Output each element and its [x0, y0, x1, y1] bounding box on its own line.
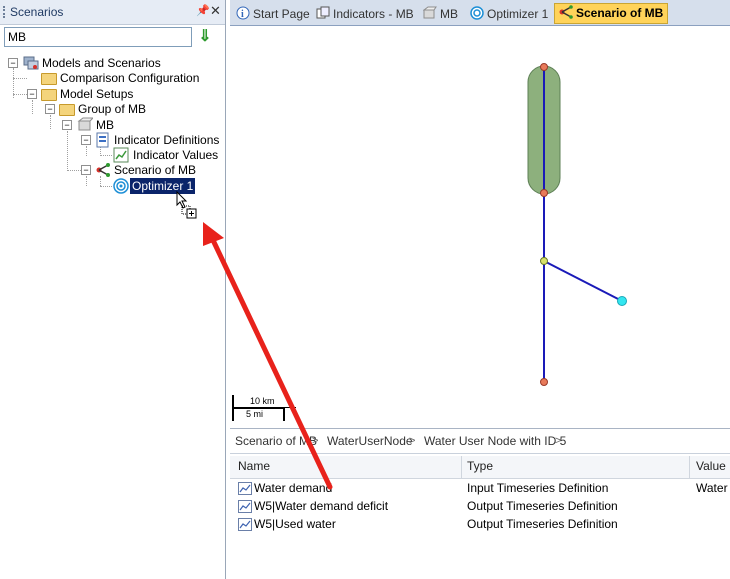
junction-node[interactable] [540, 257, 548, 265]
row-value[interactable]: Water [696, 479, 728, 497]
properties-grid: Name Type Value Water demand Input Times… [230, 456, 730, 579]
breadcrumb-separator-icon[interactable]: > [409, 429, 415, 453]
branch-line[interactable] [543, 260, 623, 302]
collapse-icon[interactable]: − [45, 104, 55, 114]
row-type: Output Timeseries Definition [467, 499, 618, 513]
optimizer-icon [113, 178, 129, 194]
tree-item-indicator-values[interactable]: Indicator Values [0, 147, 225, 163]
tab-label: Indicators - MB [333, 7, 414, 21]
column-header-value[interactable]: Value [696, 459, 726, 473]
pin-icon[interactable]: 📌 [196, 4, 210, 17]
folder-icon [41, 73, 57, 85]
document-tab-strip: i Start Page Indicators - MB MB Optimizer… [230, 0, 730, 26]
collapse-icon[interactable]: − [81, 135, 91, 145]
tab-indicators-mb[interactable]: Indicators - MB [316, 5, 414, 23]
tab-optimizer-1[interactable]: Optimizer 1 [470, 5, 548, 23]
scale-bar: 10 km 5 mi [232, 395, 296, 425]
collapse-icon[interactable]: − [62, 120, 72, 130]
tree-item-indicator-definitions[interactable]: − Indicator Definitions [0, 132, 225, 148]
grid-header: Name Type Value [230, 456, 730, 479]
tree-item-label: Group of MB [78, 102, 147, 116]
tab-label: Start Page [253, 7, 310, 21]
search-input[interactable] [4, 27, 192, 47]
breadcrumb-item[interactable]: Scenario of MB [235, 429, 317, 453]
svg-text:i: i [241, 9, 244, 20]
indicator-definitions-icon [95, 132, 111, 148]
network-node[interactable] [540, 378, 548, 386]
tree-item-label: MB [96, 118, 114, 132]
collapse-icon[interactable]: − [8, 58, 18, 68]
indicators-icon [316, 6, 330, 20]
network-node[interactable] [540, 189, 548, 197]
breadcrumb-separator-icon[interactable]: > [312, 429, 318, 453]
optimizer-icon [470, 6, 484, 20]
row-type: Output Timeseries Definition [467, 517, 618, 531]
panel-header: Scenarios 📌 ✕ [0, 0, 225, 25]
panel-title: Scenarios [10, 5, 64, 19]
scenario-icon [559, 5, 573, 19]
tree-item-models-and-scenarios[interactable]: − Models and Scenarios [0, 55, 225, 71]
indicator-values-icon [113, 147, 129, 163]
table-row[interactable]: W5|Water demand deficit Output Timeserie… [230, 497, 730, 515]
water-user-node[interactable] [617, 296, 627, 306]
tree-item-label: Scenario of MB [114, 163, 197, 177]
breadcrumb-item[interactable]: WaterUserNode [327, 429, 413, 453]
drag-cursor-icon [176, 191, 197, 219]
model-icon [77, 117, 95, 133]
row-name: Water demand [254, 481, 333, 495]
close-icon[interactable]: ✕ [210, 3, 221, 19]
search-down-arrow-icon[interactable]: ⇓ [196, 29, 214, 47]
scale-mi-label: 5 mi [246, 409, 264, 419]
tab-label: Optimizer 1 [487, 7, 549, 21]
row-type: Input Timeseries Definition [467, 481, 609, 495]
tab-label: Scenario of MB [576, 6, 664, 20]
collapse-icon[interactable]: − [27, 89, 37, 99]
scenarios-panel: Scenarios 📌 ✕ ⇓ − Models and Scenarios C… [0, 0, 226, 579]
scenario-icon [95, 162, 111, 178]
tree-item-model-setups[interactable]: − Model Setups [0, 86, 225, 102]
grip-icon[interactable] [3, 6, 7, 18]
scale-km-label: 10 km [250, 396, 275, 406]
column-header-type[interactable]: Type [467, 459, 493, 473]
tab-label: MB [440, 7, 458, 21]
timeseries-icon [238, 500, 252, 513]
tree-item-mb[interactable]: − MB [0, 117, 225, 133]
tab-mb[interactable]: MB [422, 5, 458, 23]
tree-item-label: Model Setups [60, 87, 134, 101]
models-scenarios-icon [23, 55, 39, 71]
breadcrumb: Scenario of MB > WaterUserNode > Water U… [230, 428, 730, 454]
column-header-name[interactable]: Name [238, 459, 270, 473]
network-map-canvas[interactable] [230, 26, 730, 426]
tab-scenario-of-mb[interactable]: Scenario of MB [554, 3, 669, 24]
breadcrumb-separator-icon[interactable]: > [555, 429, 561, 453]
row-name: W5|Used water [254, 517, 336, 531]
tree-item-scenario-of-mb[interactable]: − Scenario of MB [0, 162, 225, 178]
tree-item-group-of-mb[interactable]: − Group of MB [0, 101, 225, 117]
tree-item-label: Indicator Definitions [114, 133, 220, 147]
table-row[interactable]: W5|Used water Output Timeseries Definiti… [230, 515, 730, 533]
collapse-icon[interactable]: − [81, 165, 91, 175]
breadcrumb-item[interactable]: Water User Node with ID 5 [424, 429, 566, 453]
row-name: W5|Water demand deficit [254, 499, 389, 513]
network-node[interactable] [540, 63, 548, 71]
tree-item-label: Comparison Configuration [60, 71, 200, 85]
start-page-icon: i [236, 6, 250, 20]
tree-item-label: Indicator Values [133, 148, 219, 162]
folder-icon [41, 89, 57, 101]
tree-item-label: Models and Scenarios [42, 56, 161, 70]
folder-icon [59, 104, 75, 116]
table-row[interactable]: Water demand Input Timeseries Definition… [230, 479, 730, 497]
tree-item-comparison-configuration[interactable]: Comparison Configuration [0, 70, 225, 86]
timeseries-icon [238, 482, 252, 495]
model-icon [422, 6, 437, 20]
tab-start-page[interactable]: i Start Page [236, 5, 310, 23]
timeseries-icon [238, 518, 252, 531]
